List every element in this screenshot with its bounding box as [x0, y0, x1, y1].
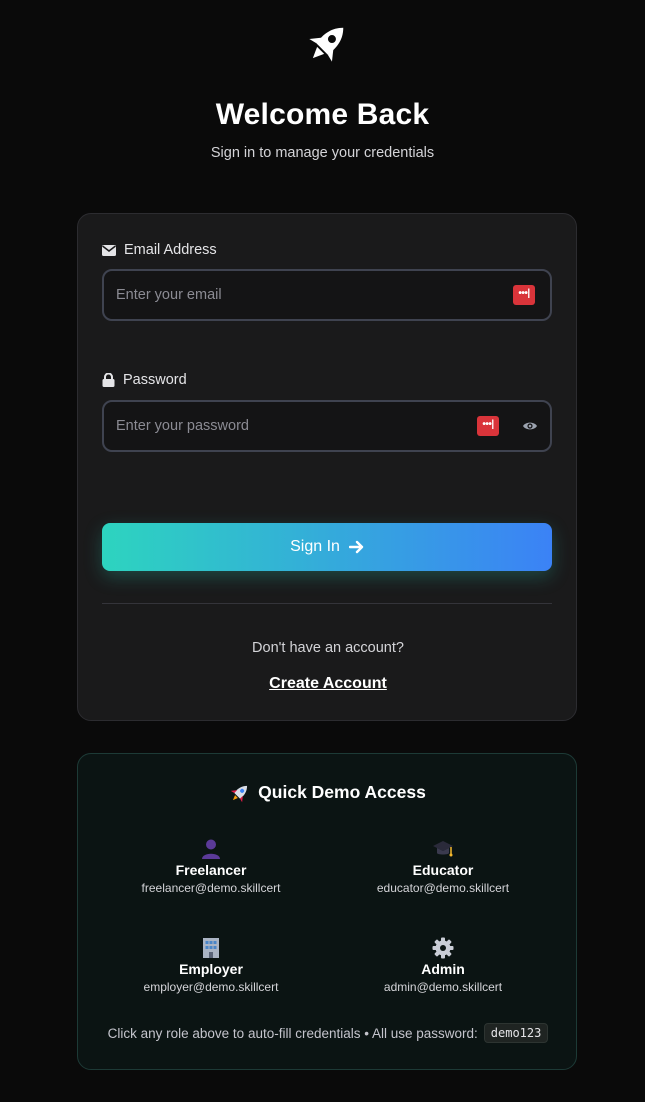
person-icon [202, 839, 220, 859]
role-name: Freelancer [175, 862, 247, 878]
sign-in-button[interactable]: Sign In [102, 523, 552, 571]
password-manager-icon[interactable]: •••| [477, 416, 499, 436]
role-name: Admin [421, 961, 465, 977]
sign-in-label: Sign In [290, 538, 340, 555]
office-building-icon [203, 938, 219, 958]
demo-hint: Click any role above to auto-fill creden… [78, 1023, 578, 1043]
email-label: Email Address [102, 242, 217, 258]
email-field-box: •••| [102, 269, 552, 321]
demo-password-code: demo123 [483, 1023, 549, 1043]
login-page: Welcome Back Sign in to manage your cred… [0, 0, 645, 1102]
page-subtitle: Sign in to manage your credentials [210, 145, 435, 161]
password-field[interactable] [116, 414, 456, 438]
email-field[interactable] [116, 283, 456, 307]
demo-role-freelancer[interactable]: Freelancer freelancer@demo.skillcert [96, 838, 326, 895]
rocket-icon [309, 27, 344, 62]
role-email: educator@demo.skillcert [376, 881, 510, 895]
demo-access-panel: Quick Demo Access Freelancer freelancer@… [77, 753, 577, 1070]
password-manager-icon[interactable]: •••| [513, 285, 535, 305]
role-email: admin@demo.skillcert [383, 980, 503, 994]
email-label-text: Email Address [124, 242, 217, 258]
password-label-text: Password [123, 372, 187, 388]
login-card: Email Address •••| Password •••| Sign In [77, 213, 577, 721]
eye-icon[interactable] [522, 418, 538, 434]
password-label: Password [102, 372, 187, 388]
demo-title: Quick Demo Access [78, 782, 578, 803]
password-field-box: •••| [102, 400, 552, 452]
graduation-cap-icon [433, 841, 453, 857]
lock-icon [102, 373, 115, 387]
role-name: Educator [412, 862, 474, 878]
demo-role-admin[interactable]: Admin admin@demo.skillcert [328, 937, 558, 994]
demo-title-text: Quick Demo Access [258, 782, 426, 802]
role-name: Employer [179, 961, 243, 977]
role-email: employer@demo.skillcert [143, 980, 279, 994]
create-account-link[interactable]: Create Account [78, 675, 578, 693]
demo-role-employer[interactable]: Employer employer@demo.skillcert [96, 937, 326, 994]
demo-role-educator[interactable]: Educator educator@demo.skillcert [328, 838, 558, 895]
gear-icon [432, 937, 454, 959]
arrow-right-icon [348, 540, 364, 554]
role-email: freelancer@demo.skillcert [141, 881, 281, 895]
page-title: Welcome Back [215, 98, 430, 131]
no-account-text: Don't have an account? [252, 640, 404, 656]
envelope-icon [102, 244, 116, 256]
rocket-emoji-icon [230, 785, 248, 802]
divider [102, 603, 552, 604]
demo-hint-text: Click any role above to auto-fill creden… [107, 1025, 478, 1041]
